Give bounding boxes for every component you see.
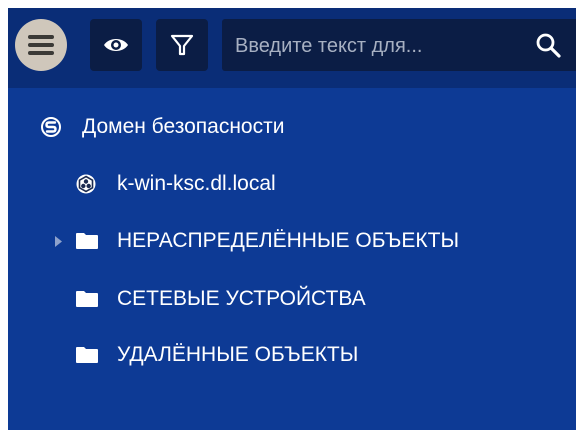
search-icon <box>536 33 561 58</box>
chevron-right-icon <box>54 235 62 247</box>
search-box <box>222 19 576 71</box>
eye-icon <box>104 39 128 51</box>
tree-item-deleted-objects[interactable]: УДАЛЁННЫЕ ОБЪЕКТЫ <box>75 335 358 375</box>
search-input[interactable] <box>233 29 517 63</box>
tree-item-label: СЕТЕВЫЕ УСТРОЙСТВА <box>117 287 366 310</box>
folder-icon <box>75 290 99 308</box>
tree-item-unassigned-objects[interactable]: НЕРАСПРЕДЕЛЁННЫЕ ОБЪЕКТЫ <box>75 221 459 261</box>
tree-item-label: k-win-ksc.dl.local <box>117 172 276 195</box>
tree-item-server[interactable]: k-win-ksc.dl.local <box>75 164 276 204</box>
tree-root-security-domain[interactable]: Домен безопасности <box>40 107 284 147</box>
tree-item-network-devices[interactable]: СЕТЕВЫЕ УСТРОЙСТВА <box>75 279 366 319</box>
menu-button[interactable] <box>15 19 67 71</box>
tree-root-label: Домен безопасности <box>82 115 285 138</box>
folder-icon <box>75 346 99 364</box>
view-button[interactable] <box>90 19 142 71</box>
filter-button[interactable] <box>156 19 208 71</box>
object-tree-panel: Домен безопасности k-win-ksc.dl.local <box>8 8 576 430</box>
filter-funnel-icon <box>170 34 194 56</box>
tree-item-label: УДАЛЁННЫЕ ОБЪЕКТЫ <box>117 343 359 366</box>
expand-toggle[interactable] <box>53 234 63 248</box>
security-domain-icon <box>40 116 62 138</box>
folder-icon <box>75 232 99 250</box>
toolbar <box>8 8 576 88</box>
server-node-icon <box>75 173 97 195</box>
search-button[interactable] <box>520 19 576 71</box>
tree-item-label: НЕРАСПРЕДЕЛЁННЫЕ ОБЪЕКТЫ <box>117 229 460 252</box>
